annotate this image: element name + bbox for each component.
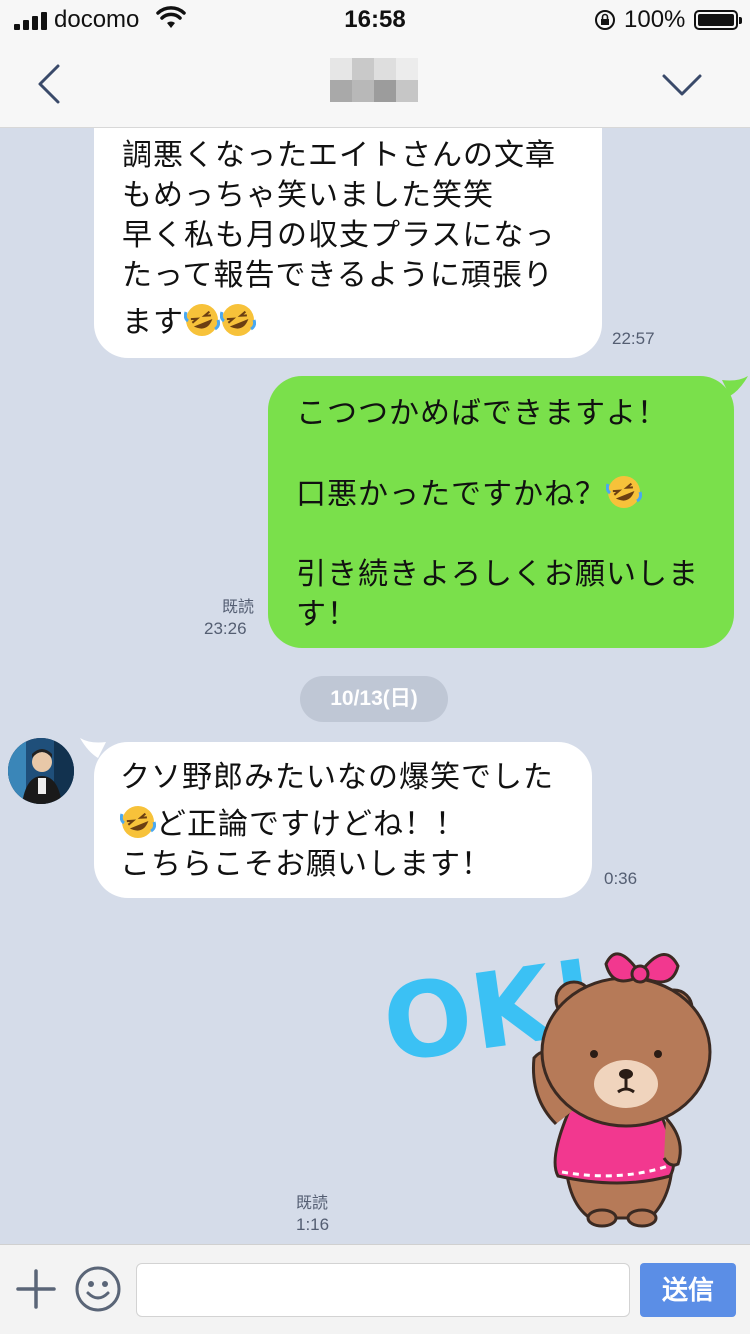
message-line: もめっちゃ笑いました笑笑 (122, 178, 494, 213)
message-line (296, 434, 734, 474)
message-time: 23:26 (204, 619, 247, 638)
chat-area[interactable]: 調悪くなったエイトさんの文章 もめっちゃ笑いました笑笑 早く私も月の収支プラスに… (0, 128, 750, 1244)
message-line (296, 515, 734, 555)
message-line: 早く私も月の収支プラスになっ (122, 218, 556, 253)
incoming-message[interactable]: 調悪くなったエイトさんの文章 もめっちゃ笑いました笑笑 早く私も月の収支プラスに… (94, 128, 602, 358)
rofl-emoji-icon (606, 476, 642, 508)
message-time: 22:57 (612, 329, 655, 348)
incoming-message[interactable]: クソ野郎みたいなの爆笑でした ど正論ですけどね！！ こちらこそお願いします！ (94, 742, 592, 898)
message-line: こちらこそお願いします！ (120, 847, 492, 882)
chat-header (0, 40, 750, 128)
status-bar: docomo 16:58 100% (0, 0, 750, 40)
battery-icon (694, 10, 742, 30)
message-line: 口悪かったですかね？ (296, 477, 606, 512)
message-time: 0:36 (604, 869, 638, 888)
message-line: クソ野郎みたいなの爆笑でした (120, 760, 554, 795)
rotation-lock-icon (595, 10, 615, 30)
message-line: 引き続きよろしくお願いしま (296, 557, 699, 592)
message-time: 1:16 (296, 1215, 330, 1234)
message-line: ど正論ですけどね！！ (156, 807, 466, 842)
message-line: 調悪くなったエイトさんの文章 (122, 138, 556, 173)
message-line: す！ (296, 597, 358, 632)
outgoing-message[interactable]: こつつかめばできますよ！ 口悪かったですかね？ 引き続きよろしくお願いしま す！ (268, 376, 734, 648)
input-bar: 送信 (0, 1244, 750, 1334)
contact-name-blurred (330, 58, 418, 102)
battery-percent: 100% (624, 6, 686, 33)
read-receipt: 既読 (222, 597, 255, 616)
rofl-emoji-icon (220, 304, 256, 336)
message-input[interactable] (136, 1263, 630, 1317)
message-line: ます (122, 305, 184, 340)
chevron-down-icon[interactable] (660, 70, 704, 100)
message-line: こつつかめばできますよ！ (296, 396, 668, 431)
message-line: たって報告できるように頑張り (122, 258, 554, 293)
chevron-left-icon[interactable] (30, 62, 70, 106)
ok-sticker[interactable]: OK! (380, 928, 720, 1228)
rofl-emoji-icon (184, 304, 220, 336)
emoji-icon[interactable] (74, 1265, 122, 1313)
bubble-tail (722, 376, 748, 396)
rofl-emoji-icon (120, 806, 156, 838)
avatar[interactable] (8, 738, 74, 804)
send-button[interactable]: 送信 (640, 1263, 736, 1317)
plus-icon[interactable] (16, 1269, 56, 1309)
date-divider: 10/13(日) (300, 676, 448, 722)
read-receipt: 既読 (296, 1193, 329, 1212)
